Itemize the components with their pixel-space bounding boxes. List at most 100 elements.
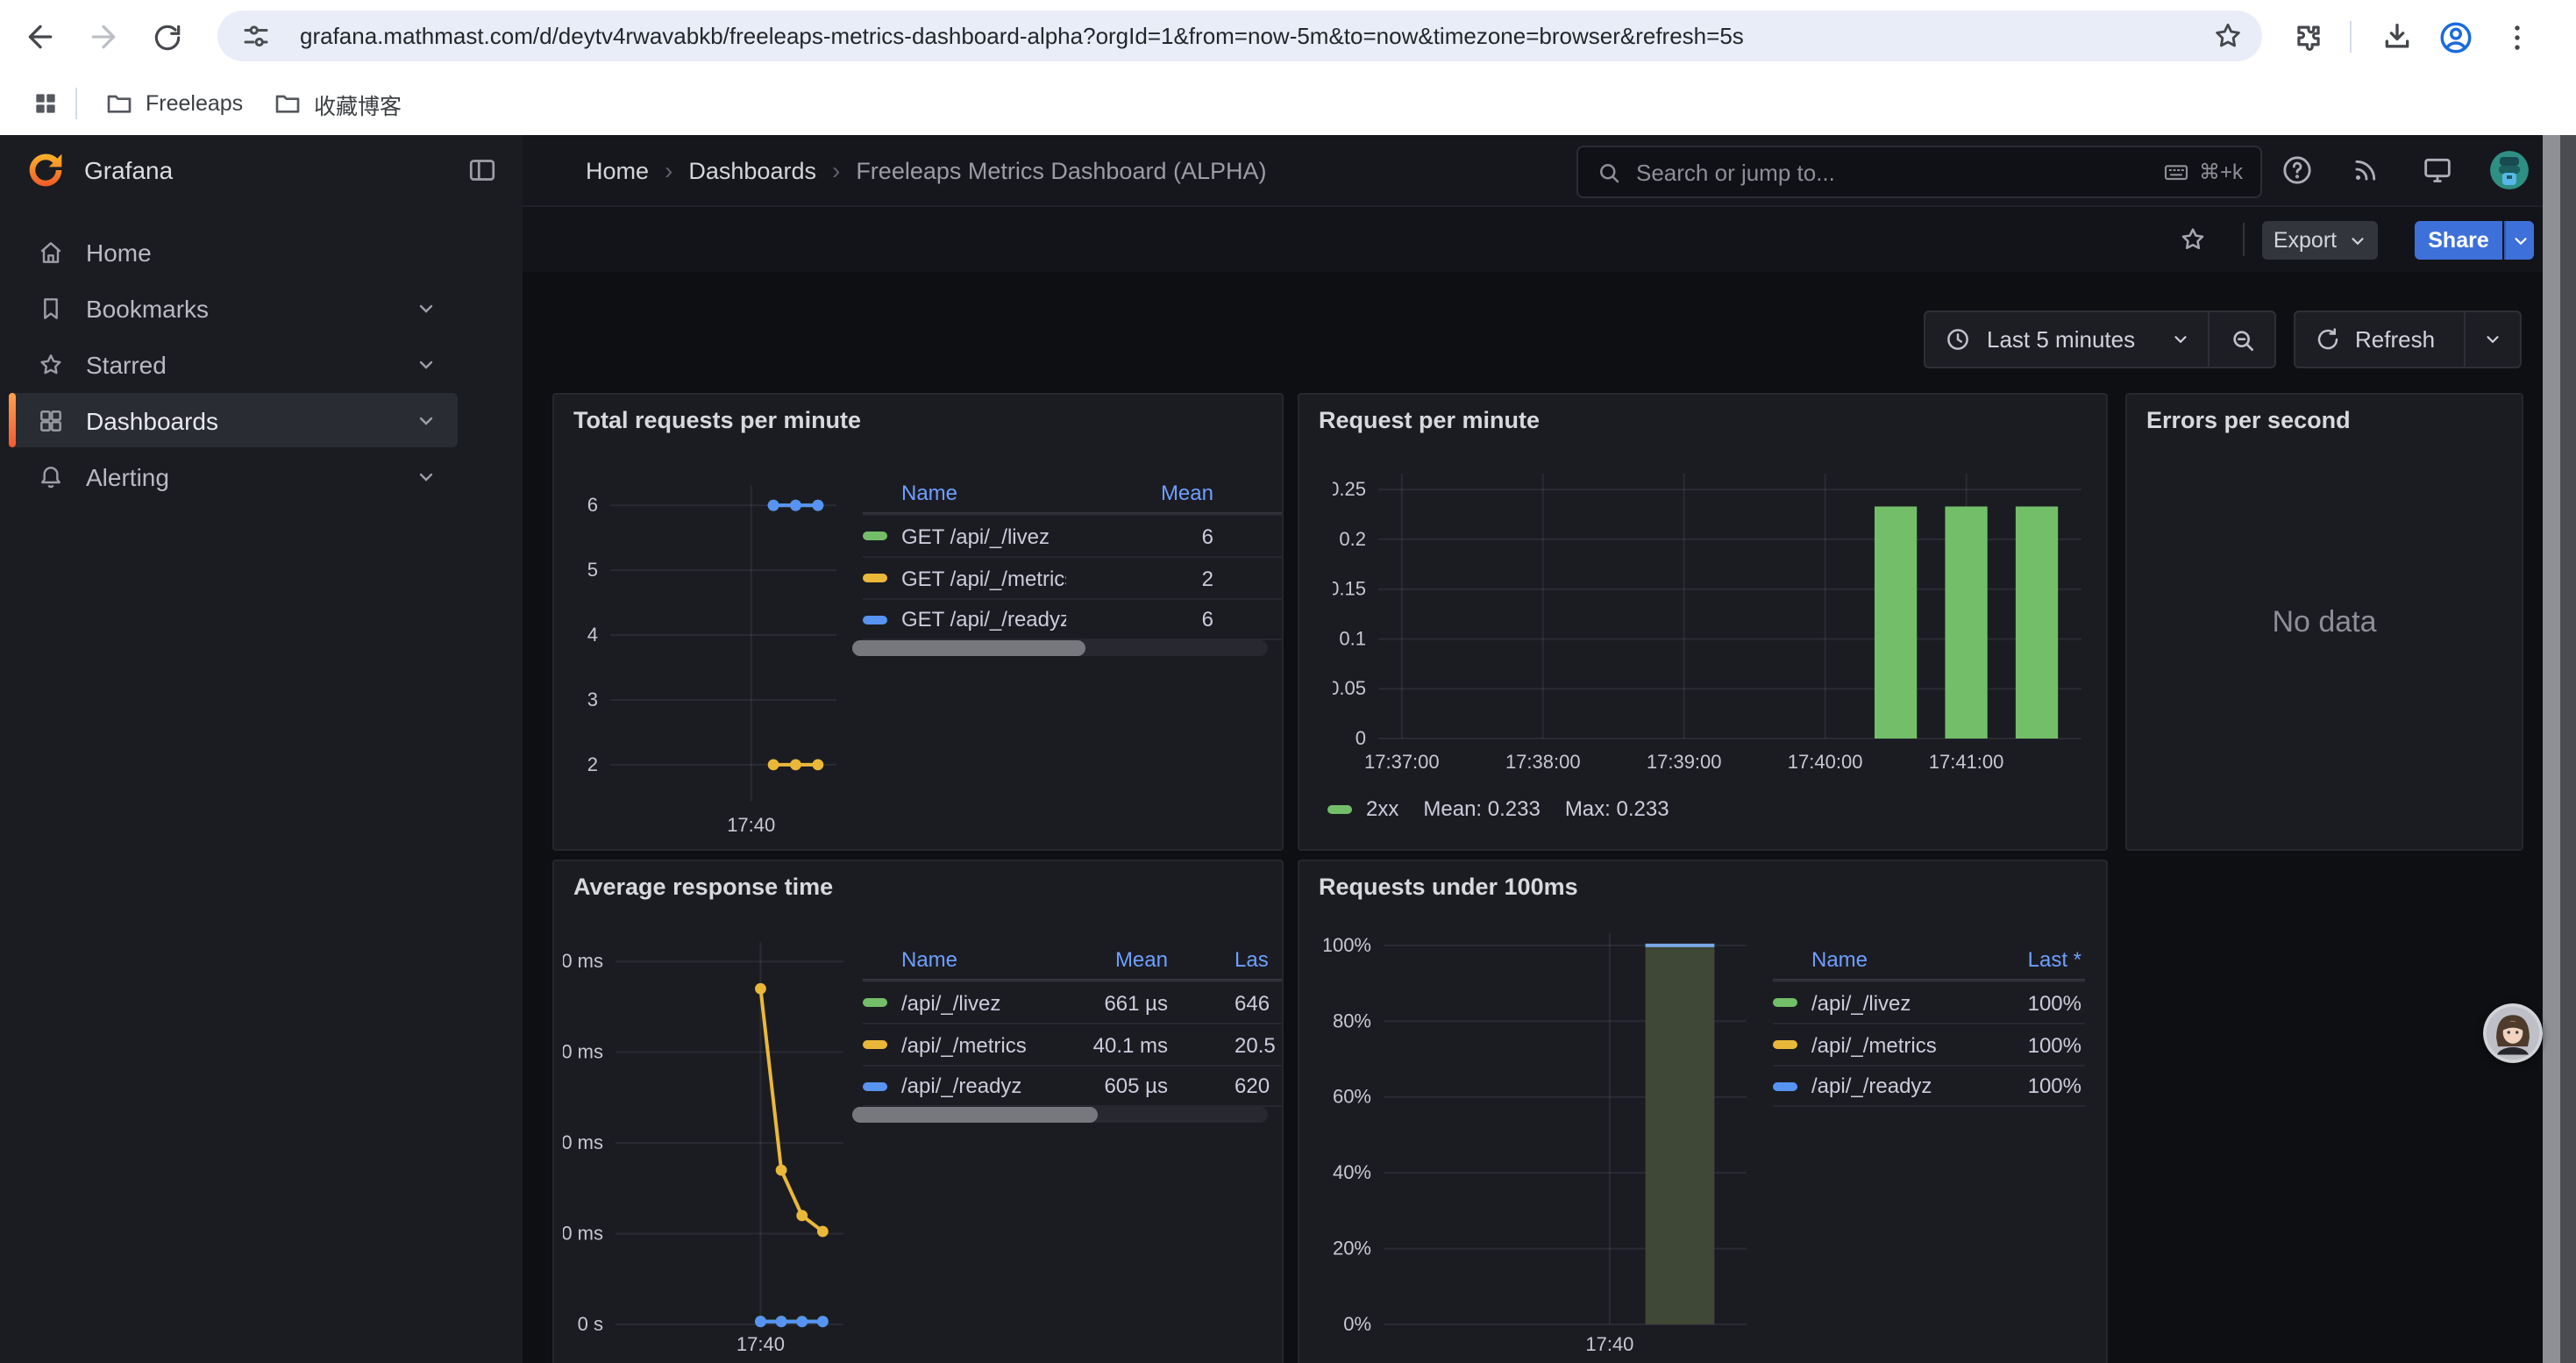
panel-title[interactable]: Total requests per minute bbox=[573, 407, 861, 433]
breadcrumb-current: Freeleaps Metrics Dashboard (ALPHA) bbox=[856, 157, 1266, 183]
legend-header-value[interactable]: Las bbox=[1168, 946, 1284, 971]
svg-text:17:39:00: 17:39:00 bbox=[1647, 751, 1722, 773]
legend-row[interactable]: /api/_/livez100% bbox=[1773, 981, 2085, 1023]
legend-header-row[interactable]: NameLast * bbox=[1773, 938, 2085, 981]
sidebar-item-dashboards[interactable]: Dashboards bbox=[9, 393, 458, 447]
user-avatar[interactable] bbox=[2490, 151, 2529, 189]
legend-table: NameLast */api/_/livez100%/api/_/metrics… bbox=[1773, 938, 2085, 1107]
sidebar-item-starred[interactable]: Starred bbox=[9, 337, 458, 391]
chevron-down-icon[interactable] bbox=[416, 353, 437, 375]
svg-text:17:40: 17:40 bbox=[737, 1333, 785, 1355]
total-requests-chart[interactable]: 6543217:40 bbox=[565, 486, 836, 840]
chevron-down-icon[interactable] bbox=[2171, 330, 2190, 349]
browser-url-bar[interactable]: grafana.mathmast.com/d/deytv4rwavabkb/fr… bbox=[217, 11, 2262, 61]
requests-per-minute-chart[interactable]: 0.250.20.150.10.05017:37:0017:38:0017:39… bbox=[1333, 474, 2081, 777]
panel-title[interactable]: Average response time bbox=[573, 874, 833, 900]
legend-table: NameMeanGET /api/_/livez6GET /api/_/metr… bbox=[863, 472, 1284, 640]
chart-svg: 6543217:40 bbox=[565, 486, 836, 840]
bookmark-star-icon[interactable] bbox=[2211, 19, 2245, 53]
series-name: /api/_/metrics bbox=[863, 1032, 1063, 1057]
legend-header-value[interactable]: Last * bbox=[1976, 946, 2085, 971]
legend-row[interactable]: /api/_/readyz605 µs620 bbox=[863, 1065, 1284, 1107]
refresh-label[interactable]: Refresh bbox=[2355, 326, 2464, 353]
sidebar-item-alerting[interactable]: Alerting bbox=[9, 449, 458, 503]
bell-icon bbox=[37, 462, 65, 490]
search-input[interactable]: Search or jump to... ⌘+k bbox=[1576, 146, 2262, 198]
bookmark-icon bbox=[37, 294, 65, 322]
sidebar-item-bookmarks[interactable]: Bookmarks bbox=[9, 281, 458, 335]
breadcrumb: Home › Dashboards › Freeleaps Metrics Da… bbox=[586, 135, 1267, 205]
legend-header-row[interactable]: NameMeanLas bbox=[863, 938, 1284, 981]
legend-row[interactable]: /api/_/readyz100% bbox=[1773, 1065, 2085, 1107]
browser-menu-icon[interactable] bbox=[2497, 18, 2536, 56]
chart-svg: 100%80%60%40%20%0%17:40 bbox=[1324, 933, 1747, 1359]
svg-text:3: 3 bbox=[587, 689, 598, 710]
news-icon[interactable] bbox=[2350, 153, 2385, 188]
chevron-down-icon[interactable] bbox=[416, 410, 437, 431]
legend-header-row[interactable]: NameMean bbox=[863, 472, 1284, 514]
legend-header-name[interactable]: Name bbox=[863, 480, 1066, 504]
chevron-down-icon[interactable] bbox=[416, 297, 437, 318]
series-color-pill bbox=[863, 1081, 887, 1090]
sidebar-item-label: Home bbox=[86, 238, 152, 266]
svg-text:0.25: 0.25 bbox=[1333, 478, 1366, 500]
legend-row[interactable]: /api/_/metrics40.1 ms20.5 r bbox=[863, 1023, 1284, 1065]
export-button[interactable]: Export bbox=[2262, 221, 2378, 260]
series-color-pill bbox=[863, 532, 887, 540]
panel-total-requests: Total requests per minute 6543217:40 Nam… bbox=[552, 393, 1284, 851]
breadcrumb-dashboards[interactable]: Dashboards bbox=[688, 157, 816, 183]
site-settings-icon[interactable] bbox=[240, 20, 272, 52]
favorite-star-icon[interactable] bbox=[2178, 225, 2208, 254]
time-range-label[interactable]: Last 5 minutes bbox=[1987, 326, 2171, 353]
zoom-out-icon[interactable] bbox=[2229, 326, 2255, 353]
dashboard-toolbar: Export Share bbox=[523, 207, 2576, 274]
avg-response-chart[interactable]: 80 ms60 ms40 ms20 ms0 s17:40 bbox=[563, 942, 843, 1359]
star-icon bbox=[37, 350, 65, 378]
page-scrollbar-thumb[interactable] bbox=[2543, 135, 2560, 1363]
breadcrumb-home[interactable]: Home bbox=[586, 157, 649, 183]
browser-reload-icon[interactable] bbox=[147, 18, 186, 56]
sidebar-item-label: Bookmarks bbox=[86, 294, 209, 322]
horizontal-scrollbar[interactable] bbox=[852, 1107, 1268, 1123]
browser-forward-icon[interactable] bbox=[84, 18, 123, 56]
series-color-pill bbox=[1773, 1040, 1797, 1049]
bookmark-folder-blogs[interactable]: 收藏博客 bbox=[274, 84, 402, 123]
series-mean: Mean: 0.233 bbox=[1423, 796, 1540, 821]
sidebar-collapse-icon[interactable] bbox=[466, 154, 498, 186]
svg-text:17:40:00: 17:40:00 bbox=[1788, 751, 1863, 773]
apps-grid-icon[interactable] bbox=[32, 89, 60, 118]
help-icon[interactable] bbox=[2280, 153, 2315, 188]
share-dropdown-button[interactable] bbox=[2504, 221, 2534, 260]
floating-assistant-avatar[interactable] bbox=[2483, 1003, 2543, 1063]
chevron-down-icon[interactable] bbox=[2483, 330, 2502, 349]
legend-header-value[interactable]: Mean bbox=[1063, 946, 1168, 971]
legend-header-value[interactable]: Mean bbox=[1066, 480, 1284, 504]
legend-row[interactable]: GET /api/_/metrics2 bbox=[863, 556, 1284, 598]
grafana-logo-icon[interactable] bbox=[26, 151, 65, 189]
under-100ms-chart[interactable]: 100%80%60%40%20%0%17:40 bbox=[1324, 933, 1747, 1359]
chevron-down-icon[interactable] bbox=[416, 466, 437, 487]
downloads-icon[interactable] bbox=[2378, 18, 2416, 56]
horizontal-scrollbar[interactable] bbox=[852, 640, 1268, 656]
legend-row[interactable]: /api/_/metrics100% bbox=[1773, 1023, 2085, 1065]
browser-back-icon[interactable] bbox=[21, 18, 60, 56]
legend-row[interactable]: GET /api/_/livez6 bbox=[863, 514, 1284, 556]
browser-profile-icon[interactable] bbox=[2436, 18, 2474, 56]
panel-title[interactable]: Request per minute bbox=[1319, 407, 1540, 433]
svg-text:0.05: 0.05 bbox=[1333, 677, 1366, 699]
sidebar-item-label: Dashboards bbox=[86, 406, 218, 434]
monitor-icon[interactable] bbox=[2420, 153, 2455, 188]
sidebar-item-home[interactable]: Home bbox=[9, 225, 458, 279]
url-text[interactable]: grafana.mathmast.com/d/deytv4rwavabkb/fr… bbox=[300, 23, 1744, 49]
time-range-group: Last 5 minutes bbox=[1924, 310, 2276, 368]
legend-row[interactable]: GET /api/_/readyz6 bbox=[863, 598, 1284, 640]
brand-title[interactable]: Grafana bbox=[84, 156, 173, 184]
legend-row[interactable]: /api/_/livez661 µs646 bbox=[863, 981, 1284, 1023]
share-button[interactable]: Share bbox=[2415, 221, 2502, 260]
legend-header-name[interactable]: Name bbox=[863, 946, 1063, 971]
series-name[interactable]: 2xx bbox=[1366, 796, 1398, 821]
bookmark-folder-freeleaps[interactable]: Freeleaps bbox=[105, 84, 243, 123]
legend-header-name[interactable]: Name bbox=[1773, 946, 1976, 971]
panel-title[interactable]: Requests under 100ms bbox=[1319, 874, 1578, 900]
extensions-icon[interactable] bbox=[2288, 18, 2327, 56]
